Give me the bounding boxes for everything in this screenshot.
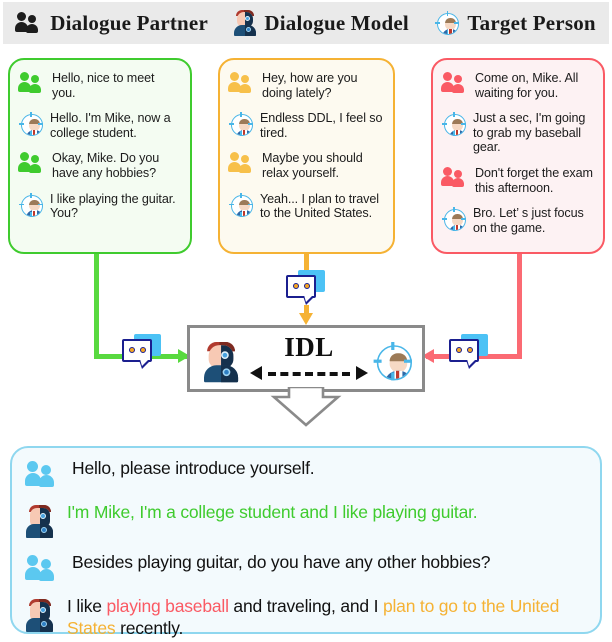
dialogue-message: I like playing the guitar. You? (19, 192, 181, 221)
red-connector-vertical (517, 253, 522, 357)
message-text: Hello, nice to meet you. (52, 71, 155, 100)
target-person-icon (442, 112, 466, 137)
legend-item-dialogue-model: Dialogue Model (234, 10, 409, 36)
target-person-icon (442, 207, 466, 232)
amber-dialogue-card: Hey, how are you doing lately? Endless D… (218, 58, 395, 254)
dialogue-message: Hello, nice to meet you. (18, 71, 181, 100)
generated-message-row: I like playing baseball and traveling, a… (26, 596, 586, 639)
green-dialogue-card: Hello, nice to meet you. Hello. I'm Mike… (8, 58, 192, 254)
target-person-icon (373, 342, 412, 381)
text-segment: and traveling, and I (228, 596, 383, 616)
message-text: Just a sec, I'm going to grab my basebal… (473, 111, 586, 155)
amber-connector-arrowhead (299, 313, 313, 325)
generated-message-row: I'm Mike, I'm a college student and I li… (26, 502, 586, 543)
generated-message-text: I'm Mike, I'm a college student and I li… (67, 502, 478, 524)
arrow-right-head (356, 366, 368, 380)
target-person-icon (19, 192, 43, 217)
output-down-arrow-icon (270, 387, 342, 427)
green-connector-vertical (94, 253, 99, 357)
dialogue-model-icon (26, 599, 53, 632)
message-text: Endless DDL, I feel so tired. (260, 111, 383, 140)
dialogue-partner-icon (441, 72, 468, 94)
arrow-left-head (250, 366, 262, 380)
text-segment: I like (67, 596, 107, 616)
idl-framework-box: IDL (187, 325, 425, 392)
legend-item-dialogue-partner: Dialogue Partner (15, 10, 208, 36)
dialogue-model-icon (26, 505, 53, 538)
generated-message-row: Hello, please introduce yourself. (25, 458, 586, 493)
text-segment-highlight-baseball: playing baseball (106, 596, 229, 616)
text-segment: Besides playing guitar, do you have any … (72, 552, 491, 572)
legend-bar: Dialogue Partner Dialogue Model Target P… (3, 2, 609, 44)
legend-label-dialogue-partner: Dialogue Partner (50, 10, 208, 35)
generated-message-text: Besides playing guitar, do you have any … (72, 552, 490, 574)
dialogue-model-icon (234, 10, 257, 36)
target-person-icon (229, 112, 253, 137)
chat-bubbles-icon-left (122, 334, 162, 369)
legend-item-target-person: Target Person (435, 10, 596, 36)
dialogue-message: Endless DDL, I feel so tired. (229, 111, 384, 140)
message-text: I like playing the guitar. You? (50, 191, 176, 221)
dialogue-message: Come on, Mike. All waiting for you. (441, 71, 594, 100)
diagram-canvas: Dialogue Partner Dialogue Model Target P… (0, 0, 612, 642)
dialogue-partner-icon (18, 152, 45, 174)
message-text: Yeah... I plan to travel to the United S… (260, 191, 379, 221)
dashed-line (268, 372, 350, 376)
target-person-icon (229, 192, 253, 217)
message-text: Come on, Mike. All waiting for you. (475, 71, 579, 100)
dialogue-partner-icon (25, 555, 58, 582)
target-person-icon (435, 11, 460, 35)
chat-bubbles-icon-top (286, 270, 326, 305)
chat-bubbles-icon-right (449, 334, 489, 369)
message-text: Don't forget the exam this afternoon. (475, 165, 593, 195)
dialogue-partner-icon (25, 461, 58, 488)
dialogue-partner-icon (228, 72, 255, 94)
dialogue-partner-icon (15, 12, 42, 34)
message-text: Hello. I'm Mike, now a college student. (50, 111, 171, 140)
dialogue-message: Don't forget the exam this afternoon. (441, 165, 594, 195)
generated-message-text: I like playing baseball and traveling, a… (67, 596, 586, 639)
dialogue-message: Yeah... I plan to travel to the United S… (229, 192, 384, 221)
dialogue-message: Hello. I'm Mike, now a college student. (19, 111, 181, 140)
red-dialogue-card: Come on, Mike. All waiting for you. Just… (431, 58, 605, 254)
message-text: Hey, how are you doing lately? (262, 71, 358, 100)
text-segment: Hello, please introduce yourself. (72, 458, 315, 478)
message-text: Maybe you should relax yourself. (262, 151, 363, 180)
bidirectional-dashed-arrow (250, 364, 368, 382)
generated-message-text: Hello, please introduce yourself. (72, 458, 315, 480)
target-person-icon (19, 112, 43, 137)
legend-label-dialogue-model: Dialogue Model (264, 10, 409, 35)
generated-message-row: Besides playing guitar, do you have any … (25, 552, 586, 587)
dialogue-model-icon (204, 342, 239, 383)
text-segment: recently. (115, 617, 184, 638)
dialogue-message: Bro. Let’ s just focus on the game. (442, 206, 594, 235)
dialogue-message: Maybe you should relax yourself. (228, 151, 384, 180)
legend-label-target-person: Target Person (467, 10, 596, 35)
dialogue-partner-icon (18, 72, 45, 94)
dialogue-message: Just a sec, I'm going to grab my basebal… (442, 111, 594, 155)
text-segment: I'm Mike, I'm a college student and I li… (67, 502, 478, 522)
message-text: Bro. Let’ s just focus on the game. (473, 206, 584, 235)
dialogue-message: Okay, Mike. Do you have any hobbies? (18, 151, 181, 180)
generated-dialogue-panel: Hello, please introduce yourself. I'm Mi… (10, 446, 602, 638)
dialogue-partner-icon (441, 166, 468, 189)
message-text: Okay, Mike. Do you have any hobbies? (52, 151, 160, 180)
dialogue-message: Hey, how are you doing lately? (228, 71, 384, 100)
dialogue-partner-icon (228, 152, 255, 174)
